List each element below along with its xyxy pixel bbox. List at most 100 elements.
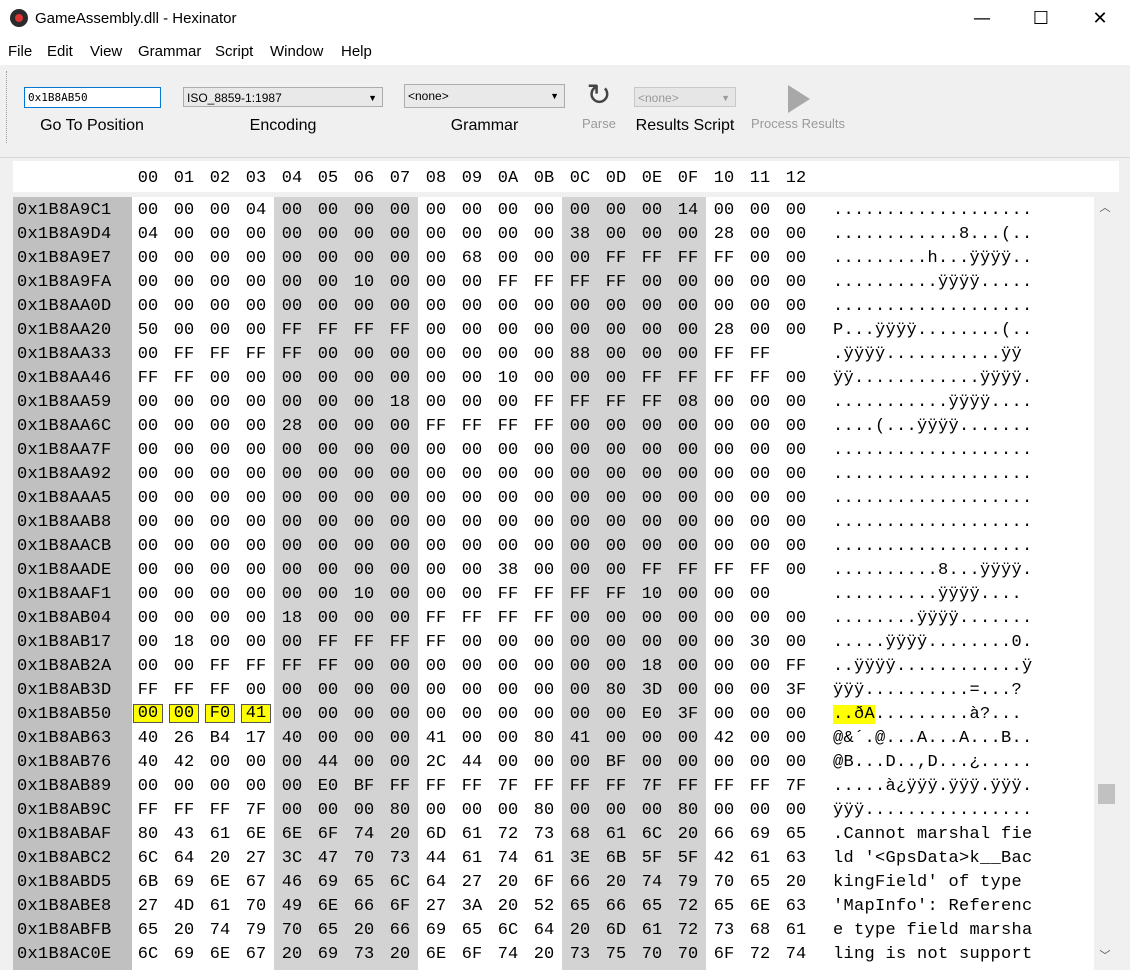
ascii-text[interactable]: ................... <box>833 489 1033 508</box>
byte-cell[interactable]: 00 <box>747 249 773 268</box>
hex-row[interactable]: 0x1B8AA59 00 00 00 00 00 00 00 18 00 00 00 FF FF FF FF 0… <box>13 389 1094 413</box>
byte-cell[interactable]: 00 <box>315 489 341 508</box>
byte-cell[interactable]: 00 <box>567 201 593 220</box>
byte-cell[interactable]: 00 <box>351 465 377 484</box>
byte-cell[interactable]: 63 <box>783 897 809 916</box>
byte-cell[interactable]: 6E <box>315 897 341 916</box>
byte-cell[interactable]: FF <box>531 585 557 604</box>
hex-row[interactable]: 0x1B8AB89 00 00 00 00 00 E0 BF FF FF FF 7F FF FF FF 7F F… <box>13 773 1094 797</box>
byte-cell[interactable]: 00 <box>711 417 737 436</box>
scroll-down-arrow-icon[interactable]: ﹀ <box>1094 947 1116 965</box>
byte-cell[interactable]: 6F <box>531 873 557 892</box>
byte-cell[interactable]: 61 <box>747 849 773 868</box>
byte-cell[interactable]: 7F <box>639 777 665 796</box>
byte-cell[interactable]: 6E <box>243 825 269 844</box>
byte-cell[interactable]: 00 <box>459 393 485 412</box>
byte-cell[interactable]: 00 <box>783 513 809 532</box>
byte-cell[interactable]: 20 <box>531 945 557 964</box>
byte-cell[interactable]: FF <box>459 777 485 796</box>
byte-cell[interactable]: 00 <box>747 321 773 340</box>
byte-cell[interactable]: 00 <box>783 201 809 220</box>
byte-cell[interactable]: 00 <box>315 801 341 820</box>
byte-cell[interactable]: 00 <box>603 537 629 556</box>
byte-cell[interactable]: 6D <box>423 825 449 844</box>
byte-cell[interactable]: 00 <box>567 417 593 436</box>
byte-cell[interactable]: 80 <box>603 681 629 700</box>
ascii-text[interactable]: .....à¿ÿÿÿ.ÿÿÿ.ÿÿÿ. <box>833 777 1033 796</box>
byte-cell[interactable]: 20 <box>207 849 233 868</box>
byte-cell[interactable]: 00 <box>639 609 665 628</box>
byte-cell[interactable]: 00 <box>747 657 773 676</box>
byte-cell[interactable]: 74 <box>351 825 377 844</box>
byte-cell[interactable]: 00 <box>351 297 377 316</box>
byte-cell[interactable]: 00 <box>315 297 341 316</box>
byte-cell[interactable]: 38 <box>495 561 521 580</box>
byte-cell[interactable]: 00 <box>207 297 233 316</box>
byte-cell[interactable]: 6C <box>135 849 161 868</box>
byte-cell[interactable]: 00 <box>207 417 233 436</box>
byte-cell[interactable]: 00 <box>423 801 449 820</box>
byte-cell[interactable]: BF <box>351 777 377 796</box>
byte-cell[interactable]: 70 <box>243 897 269 916</box>
byte-cell[interactable]: 00 <box>711 801 737 820</box>
byte-cell[interactable]: 00 <box>207 273 233 292</box>
byte-cell[interactable]: 00 <box>747 513 773 532</box>
byte-cell[interactable]: FF <box>711 561 737 580</box>
byte-cell[interactable]: 80 <box>135 825 161 844</box>
byte-cell[interactable]: 00 <box>783 249 809 268</box>
byte-cell[interactable]: 00 <box>243 513 269 532</box>
byte-cell[interactable]: 00 <box>639 201 665 220</box>
byte-cell[interactable]: FF <box>531 417 557 436</box>
byte-cell[interactable]: 00 <box>171 777 197 796</box>
byte-cell[interactable]: FF <box>603 273 629 292</box>
ascii-text[interactable]: ........ÿÿÿÿ....... <box>833 609 1033 628</box>
byte-cell[interactable]: 00 <box>459 657 485 676</box>
byte-cell[interactable]: 00 <box>171 513 197 532</box>
ascii-text[interactable]: .........h...ÿÿÿÿ.. <box>833 249 1033 268</box>
byte-cell[interactable]: FF <box>675 777 701 796</box>
byte-cell[interactable]: 67 <box>243 873 269 892</box>
byte-cell[interactable]: FF <box>567 273 593 292</box>
hex-row[interactable]: 0x1B8AB04 00 00 00 00 18 00 00 00 FF FF FF FF 00 00 00 0… <box>13 605 1094 629</box>
byte-cell[interactable]: 00 <box>531 537 557 556</box>
byte-cell[interactable]: 00 <box>639 345 665 364</box>
byte-cell[interactable]: 00 <box>639 489 665 508</box>
byte-cell[interactable]: 00 <box>315 201 341 220</box>
byte-cell[interactable]: 00 <box>531 465 557 484</box>
byte-cell[interactable]: 00 <box>351 753 377 772</box>
hex-row[interactable]: 0x1B8AA6C 00 00 00 00 28 00 00 00 FF FF FF FF 00 00 00 0… <box>13 413 1094 437</box>
byte-cell[interactable]: 00 <box>459 537 485 556</box>
byte-cell[interactable]: 00 <box>603 297 629 316</box>
byte-cell[interactable]: FF <box>423 777 449 796</box>
byte-cell[interactable]: 00 <box>135 633 161 652</box>
ascii-text[interactable]: ..ðA.........à?... <box>833 705 1022 724</box>
byte-cell[interactable]: 00 <box>351 657 377 676</box>
byte-cell[interactable]: 00 <box>171 417 197 436</box>
byte-cell[interactable]: 00 <box>747 417 773 436</box>
byte-cell[interactable]: 00 <box>783 705 809 724</box>
byte-cell[interactable]: 6D <box>603 921 629 940</box>
byte-cell[interactable]: 00 <box>783 417 809 436</box>
byte-cell[interactable]: 6B <box>603 849 629 868</box>
byte-cell[interactable]: FF <box>315 633 341 652</box>
byte-cell[interactable]: 00 <box>711 657 737 676</box>
byte-cell[interactable]: 00 <box>531 369 557 388</box>
ascii-text[interactable]: P...ÿÿÿÿ........(.. <box>833 321 1033 340</box>
byte-cell[interactable]: 00 <box>351 345 377 364</box>
byte-cell[interactable]: 00 <box>351 801 377 820</box>
byte-cell[interactable]: 00 <box>567 465 593 484</box>
byte-cell[interactable]: 00 <box>423 585 449 604</box>
byte-cell[interactable]: 00 <box>459 273 485 292</box>
ascii-text[interactable]: ................... <box>833 537 1033 556</box>
byte-cell[interactable]: 00 <box>603 705 629 724</box>
hex-row[interactable]: 0x1B8AB3D FF FF FF 00 00 00 00 00 00 00 00 00 00 80 3D 0… <box>13 677 1094 701</box>
byte-cell[interactable]: 00 <box>603 201 629 220</box>
byte-cell[interactable]: 3F <box>675 705 701 724</box>
byte-cell[interactable]: 66 <box>351 897 377 916</box>
byte-cell[interactable]: 63 <box>783 849 809 868</box>
byte-cell[interactable]: 65 <box>711 897 737 916</box>
byte-cell[interactable]: 20 <box>495 873 521 892</box>
byte-cell[interactable]: 00 <box>531 633 557 652</box>
byte-cell[interactable]: 00 <box>423 465 449 484</box>
byte-cell[interactable]: 00 <box>315 393 341 412</box>
